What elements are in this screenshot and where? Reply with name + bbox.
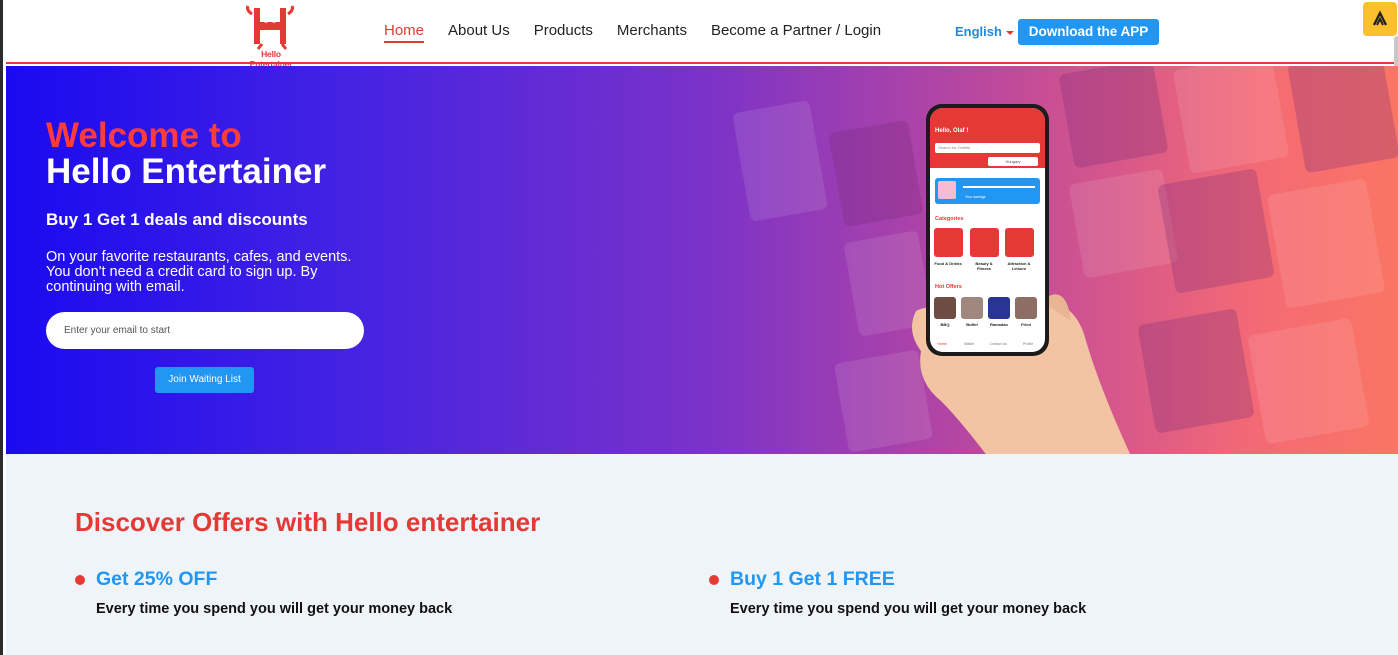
extension-icon[interactable] [1363,2,1397,36]
join-waiting-list-button[interactable]: Join Waiting List [155,367,254,393]
app-hot-offers-title: Hot Offers [935,284,962,290]
app-offer-image [988,297,1010,319]
app-category-label: Beauty & Fitness [975,261,993,271]
app-progress-track [963,186,1035,188]
offer-description: Every time you spend you will get your m… [96,601,453,617]
app-category-label: Attraction & Leisure [1007,261,1031,271]
hero-subtitle: Buy 1 Get 1 deals and discounts [46,210,308,229]
extension-logo-icon [1372,10,1388,26]
hero-title-line2: Hello Entertainer [46,152,327,191]
bg-photo-tile [1287,66,1398,174]
app-savings-card: Your savings [935,178,1040,204]
app-offer-label: Fried [1021,322,1031,327]
offers-section: Discover Offers with Hello entertainer G… [6,454,1398,655]
email-input[interactable] [46,312,364,349]
bg-photo-tile [1247,317,1370,445]
nav-home[interactable]: Home [384,22,425,43]
logo-h-mark-icon [246,5,294,50]
bg-photo-tile [1137,308,1255,434]
app-screen: Hello, Olaf ! Search for Outlets Hungary… [930,108,1045,352]
app-search-field: Search for Outlets [935,143,1040,153]
app-offer-image [961,297,983,319]
app-category-label: Food & Drinks [934,261,962,266]
hero-description: On your favorite restaurants, cafes, and… [46,249,352,295]
offer-title: Get 25% OFF [96,568,218,590]
download-app-button[interactable]: Download the APP [1018,19,1159,45]
bg-photo-tile [828,119,924,228]
nav-products[interactable]: Products [534,22,593,43]
hello-entertainer-logo[interactable]: Hello Entertainer [240,4,302,69]
hero-section: Welcome to Hello Entertainer Buy 1 Get 1… [6,66,1398,454]
bg-photo-tile [1157,168,1275,294]
nav-merchants[interactable]: Merchants [617,22,687,43]
bullet-dot-icon [75,575,85,585]
app-tab-profile: Profile [1022,342,1034,346]
app-offer-label: BBQ [940,322,950,327]
bg-photo-tile [732,100,828,222]
app-category-tile [1005,228,1034,257]
app-offer-image [934,297,956,319]
app-greeting: Hello, Olaf ! [935,128,969,134]
caret-down-icon [1005,30,1014,35]
nav-partner-login[interactable]: Become a Partner / Login [711,22,881,43]
language-label: English [955,24,1002,39]
app-avatar [938,181,956,199]
app-offer-image [1015,297,1037,319]
browser-viewport: Hello Entertainer Home About Us Products… [0,0,1398,655]
bg-photo-tile [1058,66,1169,169]
app-offer-label: Buffet [966,322,978,327]
bg-photo-tile [1266,178,1386,309]
language-selector[interactable]: English [955,24,1014,39]
nav-about-us[interactable]: About Us [448,22,510,43]
app-phone-mockup: Hello, Olaf ! Search for Outlets Hungary… [926,104,1049,356]
hero-title-line1: Welcome to [46,116,242,155]
main-nav: Home About Us Products Merchants Become … [384,22,905,43]
app-category-tile [970,228,999,257]
bg-photo-tile [1172,66,1290,174]
app-tab-wallet: Wallet [964,342,974,346]
app-savings-label: Your savings [965,195,986,199]
bullet-dot-icon [709,575,719,585]
app-offer-label: Ramadan [989,322,1008,327]
site-header: Hello Entertainer Home About Us Products… [6,0,1398,69]
app-tab-contact: Contact us [989,342,1007,346]
offers-title: Discover Offers with Hello entertainer [75,507,541,537]
offer-description: Every time you spend you will get your m… [730,601,1087,617]
app-categories-title: Categories [935,216,964,222]
app-category-tile [934,228,963,257]
app-tab-home: Home [937,342,947,346]
offer-title: Buy 1 Get 1 FREE [730,568,895,590]
app-region-select: Hungary [988,157,1038,166]
